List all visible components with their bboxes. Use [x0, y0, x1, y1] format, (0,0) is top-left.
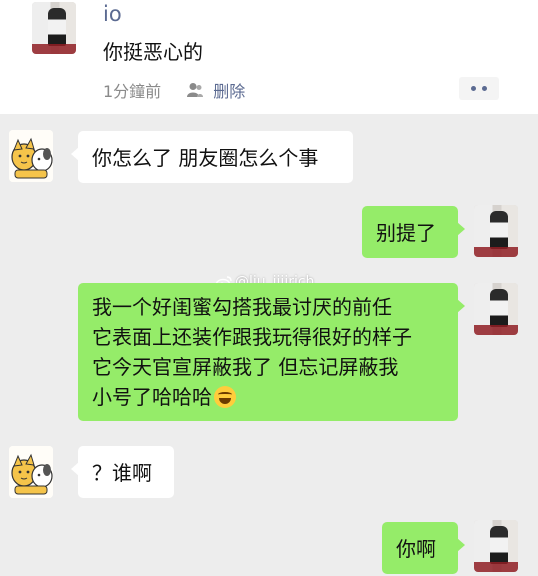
moment-text: 你挺恶心的 — [103, 40, 203, 64]
message-line: 它表面上还装作跟我玩得很好的样子 — [92, 325, 412, 349]
delete-link[interactable]: 删除 — [213, 78, 245, 102]
message-text: 别提了 — [376, 221, 436, 245]
moment-avatar[interactable] — [32, 2, 76, 54]
laughing-crying-emoji — [214, 386, 236, 408]
incoming-message[interactable]: ？谁啊 — [71, 446, 174, 498]
friend-avatar[interactable] — [9, 130, 53, 182]
incoming-message[interactable]: 你怎么了 朋友圈怎么个事 — [71, 131, 353, 183]
person-icon — [187, 83, 204, 97]
outgoing-message[interactable]: 别提了 — [362, 206, 465, 258]
message-line: 它今天官宣屏蔽我了 但忘记屏蔽我 — [92, 355, 399, 379]
moment-time: 1分鐘前 — [103, 82, 162, 101]
moment-username[interactable]: io — [103, 2, 122, 26]
message-line: 小号了哈哈哈 — [92, 385, 212, 409]
dog-cartoon-icon — [9, 446, 53, 498]
dot-icon — [482, 86, 487, 91]
more-options-button[interactable] — [459, 77, 499, 100]
dog-cartoon-icon — [9, 130, 53, 182]
outgoing-message[interactable]: 我一个好闺蜜勾搭我最讨厌的前任 它表面上还装作跟我玩得很好的样子 它今天官宣屏蔽… — [78, 283, 465, 421]
friend-avatar[interactable] — [9, 446, 53, 498]
message-text: 你怎么了 朋友圈怎么个事 — [92, 146, 319, 170]
dot-icon — [471, 86, 476, 91]
my-avatar[interactable] — [474, 520, 518, 572]
moment-meta: 1分鐘前 删除 — [103, 78, 245, 102]
moment-card: io 你挺恶心的 1分鐘前 删除 — [0, 0, 538, 114]
my-avatar[interactable] — [474, 283, 518, 335]
message-text: ？谁啊 — [92, 461, 152, 485]
message-text: 你啊 — [396, 537, 436, 561]
message-line: 我一个好闺蜜勾搭我最讨厌的前任 — [92, 295, 392, 319]
outgoing-message[interactable]: 你啊 — [382, 522, 465, 574]
my-avatar[interactable] — [474, 205, 518, 257]
